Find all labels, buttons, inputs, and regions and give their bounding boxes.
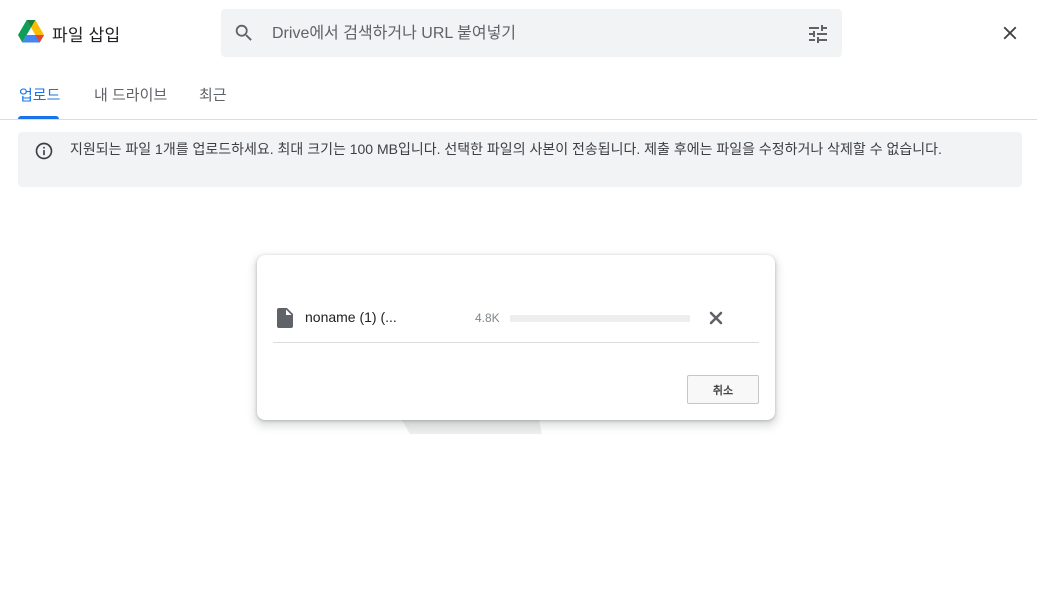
search-icon[interactable]	[233, 22, 255, 44]
file-picker-page: 파일 삽입 업로드 내 드라이브 최근 지원되는 파일 1개를 업로드하세요. …	[0, 0, 1037, 604]
info-text: 지원되는 파일 1개를 업로드하세요. 최대 크기는 100 MB입니다. 선택…	[70, 141, 942, 157]
file-size: 4.8K	[475, 311, 500, 325]
cancel-button[interactable]: 취소	[687, 375, 759, 404]
search-input[interactable]	[272, 22, 792, 46]
tune-icon[interactable]	[806, 22, 830, 46]
tab-upload[interactable]: 업로드	[19, 84, 60, 105]
upload-progress-bar	[510, 315, 690, 322]
tab-bar: 업로드 내 드라이브 최근	[0, 72, 1037, 120]
dialog-title: 파일 삽입	[52, 26, 121, 45]
close-icon[interactable]	[999, 22, 1021, 44]
active-tab-indicator	[18, 116, 59, 119]
file-icon	[277, 308, 293, 328]
tab-recent[interactable]: 최근	[199, 84, 227, 105]
close-x-icon[interactable]	[709, 311, 723, 325]
upload-file-row: noname (1) (... 4.8K	[273, 299, 759, 343]
info-icon	[35, 142, 53, 160]
header: 파일 삽입	[0, 0, 1037, 66]
upload-progress-dialog: noname (1) (... 4.8K 취소	[257, 255, 775, 420]
file-name: noname (1) (...	[305, 309, 397, 325]
tab-my-drive[interactable]: 내 드라이브	[94, 84, 167, 105]
google-drive-logo	[18, 20, 44, 43]
